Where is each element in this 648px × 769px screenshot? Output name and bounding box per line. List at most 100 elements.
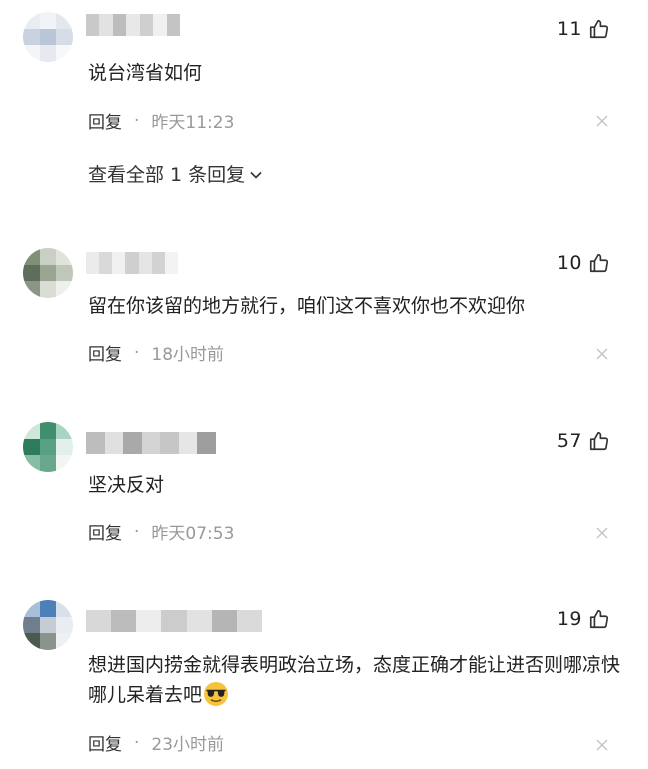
comment-time: 昨天11:23 xyxy=(151,113,235,133)
username-blurred[interactable] xyxy=(86,432,217,454)
thumbs-up-icon[interactable] xyxy=(588,430,610,452)
meta-separator: · xyxy=(134,521,140,542)
meta-separator: · xyxy=(134,110,140,131)
reply-button[interactable]: 回复 xyxy=(88,519,122,544)
avatar-mosaic-cell xyxy=(23,248,40,265)
avatar-mosaic-cell xyxy=(56,248,73,265)
view-all-replies-link[interactable]: 查看全部 1 条回复 xyxy=(88,160,263,187)
sunglasses-emoji-icon xyxy=(204,682,229,706)
avatar[interactable] xyxy=(23,12,73,62)
avatar-mosaic-cell xyxy=(56,281,73,298)
thumbs-up-icon[interactable] xyxy=(588,608,610,630)
username-mosaic-cell xyxy=(186,610,212,632)
avatar-mosaic-cell xyxy=(23,438,40,456)
comment-time: 23小时前 xyxy=(151,735,225,755)
username-mosaic-cell xyxy=(112,252,126,274)
meta-separator: · xyxy=(134,732,140,753)
username-mosaic-cell xyxy=(153,14,167,36)
like-count: 57 xyxy=(556,430,582,452)
avatar-mosaic-cell xyxy=(23,616,40,634)
username-mosaic-cell xyxy=(236,610,262,632)
avatar-mosaic-cell xyxy=(39,264,57,282)
comment-meta: 回复 · 昨天07:53 xyxy=(88,519,235,545)
reply-button[interactable]: 回复 xyxy=(88,340,122,365)
avatar-mosaic-cell xyxy=(56,12,73,29)
like-control[interactable]: 10 xyxy=(557,252,610,274)
comment-time: 18小时前 xyxy=(151,345,225,365)
close-icon[interactable] xyxy=(596,115,608,127)
username-mosaic-cell xyxy=(211,610,237,632)
username-mosaic-cell xyxy=(136,610,162,632)
username-mosaic-cell xyxy=(123,432,142,454)
like-count: 19 xyxy=(556,608,582,630)
username-blurred[interactable] xyxy=(86,14,180,36)
username-mosaic-cell xyxy=(99,252,113,274)
comment-text: 留在你该留的地方就行，咱们这不喜欢你也不欢迎你 xyxy=(88,295,526,317)
reply-button[interactable]: 回复 xyxy=(88,108,122,133)
thumbs-up-icon[interactable] xyxy=(588,18,610,40)
username-mosaic-cell xyxy=(112,14,127,36)
comment-meta: 回复 · 18小时前 xyxy=(88,340,225,366)
avatar-mosaic-cell xyxy=(56,600,73,617)
view-replies-label: 查看全部 1 条回复 xyxy=(88,164,246,186)
avatar-mosaic-cell xyxy=(56,616,73,634)
username-mosaic-cell xyxy=(86,432,105,454)
avatar[interactable] xyxy=(23,422,73,472)
avatar-mosaic-cell xyxy=(56,264,73,282)
avatar-mosaic-cell xyxy=(23,264,40,282)
close-icon[interactable] xyxy=(596,527,608,539)
avatar-mosaic-cell xyxy=(23,633,40,650)
username-mosaic-cell xyxy=(141,432,161,454)
username-mosaic-cell xyxy=(86,610,112,632)
avatar-mosaic-cell xyxy=(39,248,57,265)
avatar-mosaic-cell xyxy=(23,12,40,29)
avatar-mosaic-cell xyxy=(39,455,57,472)
comment-meta: 回复 · 昨天11:23 xyxy=(88,108,235,134)
username-mosaic-cell xyxy=(161,610,187,632)
close-icon[interactable] xyxy=(596,348,608,360)
avatar-mosaic-cell xyxy=(56,633,73,650)
comment-list: 11 说台湾省如何 回复 · 昨天11:23 查看全部 1 条回复 10 留在你… xyxy=(0,0,648,769)
like-control[interactable]: 19 xyxy=(557,608,610,630)
avatar-mosaic-cell xyxy=(39,281,57,298)
like-count: 11 xyxy=(556,18,582,40)
avatar-mosaic-cell xyxy=(23,281,40,298)
comment-meta: 回复 · 23小时前 xyxy=(88,730,225,756)
username-mosaic-cell xyxy=(164,252,178,274)
avatar-mosaic-cell xyxy=(39,438,57,456)
avatar-mosaic-cell xyxy=(56,422,73,439)
like-control[interactable]: 11 xyxy=(557,18,610,40)
username-mosaic-cell xyxy=(138,252,152,274)
avatar-mosaic-cell xyxy=(56,438,73,456)
like-control[interactable]: 57 xyxy=(557,430,610,452)
comment-text-body: 想进国内捞金就得表明政治立场，态度正确才能让进否则哪凉快哪儿呆着去吧 xyxy=(88,654,621,706)
username-mosaic-cell xyxy=(125,252,139,274)
thumbs-up-icon[interactable] xyxy=(588,252,610,274)
avatar-mosaic-cell xyxy=(39,12,57,29)
username-mosaic-cell xyxy=(99,14,113,36)
username-mosaic-cell xyxy=(178,432,198,454)
avatar-mosaic-cell xyxy=(39,616,57,634)
meta-separator: · xyxy=(134,342,140,363)
close-icon[interactable] xyxy=(596,739,608,751)
username-blurred[interactable] xyxy=(86,252,178,274)
comment-text: 坚决反对 xyxy=(88,474,165,496)
username-mosaic-cell xyxy=(86,252,100,274)
avatar-mosaic-cell xyxy=(23,455,40,472)
avatar-mosaic-cell xyxy=(56,45,73,62)
avatar-mosaic-cell xyxy=(56,455,73,472)
avatar-mosaic-cell xyxy=(23,422,40,439)
username-blurred[interactable] xyxy=(86,610,262,632)
avatar-mosaic-cell xyxy=(39,422,57,439)
comment-text: 想进国内捞金就得表明政治立场，态度正确才能让进否则哪凉快哪儿呆着去吧 xyxy=(88,650,623,710)
avatar[interactable] xyxy=(23,248,73,298)
reply-button[interactable]: 回复 xyxy=(88,730,122,755)
avatar[interactable] xyxy=(23,600,73,650)
username-mosaic-cell xyxy=(111,610,137,632)
avatar-mosaic-cell xyxy=(39,45,57,62)
username-mosaic-cell xyxy=(197,432,217,454)
username-mosaic-cell xyxy=(139,14,154,36)
avatar-mosaic-cell xyxy=(39,28,57,46)
comment-time: 昨天07:53 xyxy=(151,524,235,544)
username-mosaic-cell xyxy=(151,252,165,274)
